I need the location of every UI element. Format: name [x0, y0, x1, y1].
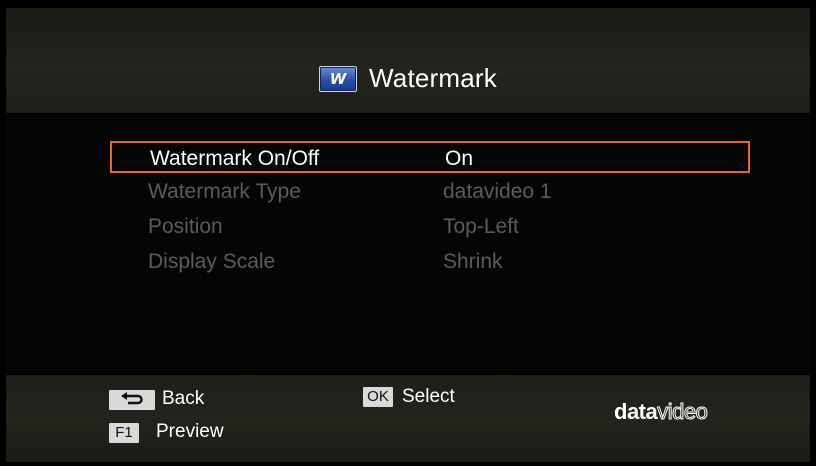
- back-arrow-icon: [121, 392, 143, 405]
- footer-bar: Back OK Select F1 Preview datavideo: [6, 375, 810, 462]
- preview-hint: Preview: [156, 421, 224, 442]
- menu-item-label: Watermark Type: [148, 180, 301, 203]
- menu-item-value: Top-Left: [443, 215, 519, 238]
- menu-item-watermark-on-off[interactable]: Watermark On/Off On: [110, 141, 750, 173]
- f1-key[interactable]: F1: [109, 423, 139, 443]
- page-title: Watermark: [369, 63, 497, 93]
- back-key[interactable]: [109, 390, 155, 410]
- select-hint: Select: [402, 386, 455, 407]
- menu-item-display-scale[interactable]: Display Scale Shrink: [110, 246, 750, 278]
- menu-item-label: Watermark On/Off: [150, 147, 320, 170]
- watermark-w-icon: W: [319, 65, 358, 92]
- menu-item-value: Shrink: [443, 250, 503, 273]
- ok-key[interactable]: OK: [363, 387, 393, 407]
- watermark-icon-letter: W: [329, 69, 347, 88]
- menu-item-label: Display Scale: [148, 250, 276, 273]
- menu-item-value: datavideo 1: [443, 180, 552, 203]
- back-hint: Back: [162, 388, 205, 409]
- logo-bold-part: data: [614, 399, 658, 424]
- menu-item-position[interactable]: Position Top-Left: [110, 211, 750, 243]
- menu-item-label: Position: [148, 215, 223, 238]
- datavideo-logo: datavideo: [614, 399, 709, 425]
- settings-menu: Watermark On/Off On Watermark Type datav…: [6, 113, 810, 375]
- menu-item-value: On: [445, 147, 474, 170]
- watermark-menu-screen: W Watermark Watermark On/Off On Watermar…: [6, 8, 810, 462]
- title-group: W Watermark: [6, 63, 810, 94]
- menu-item-watermark-type[interactable]: Watermark Type datavideo 1: [110, 176, 750, 208]
- logo-outline-part: video: [657, 399, 709, 425]
- title-bar: W Watermark: [6, 8, 810, 113]
